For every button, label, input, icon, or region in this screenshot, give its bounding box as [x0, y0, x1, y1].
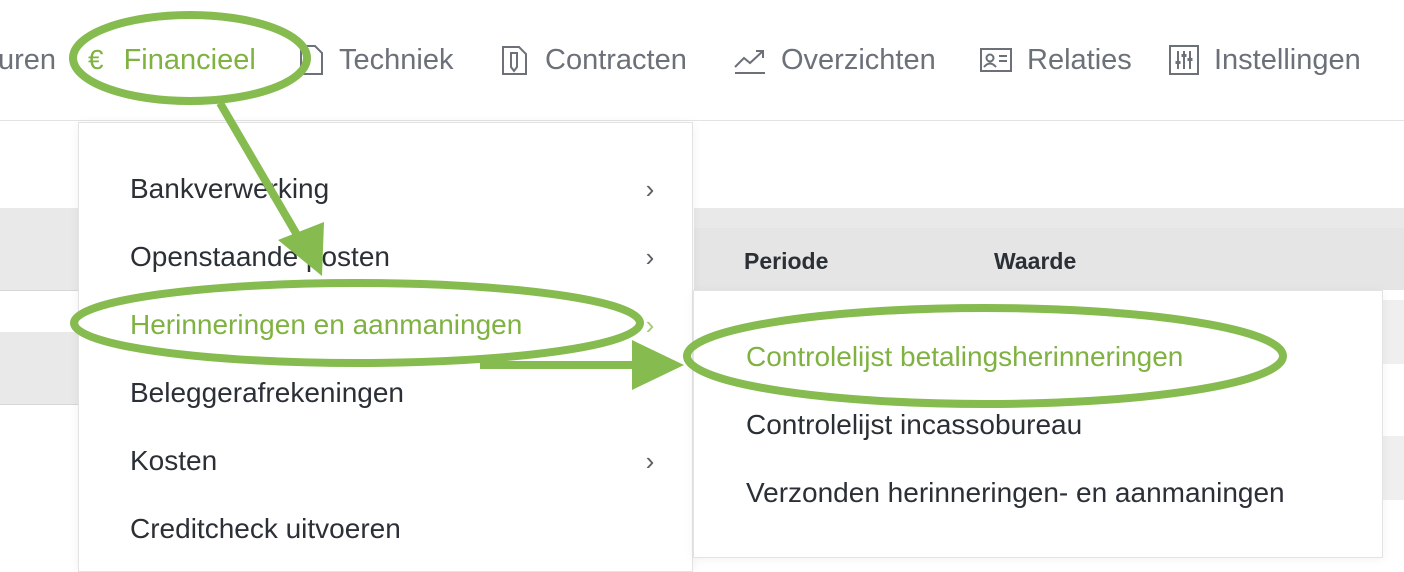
document-icon: [297, 44, 325, 76]
chevron-right-icon: ›: [645, 309, 655, 340]
menu-item-bankverwerking[interactable]: Bankverwerking ›: [130, 165, 660, 213]
menu-item-label: Bankverwerking: [130, 173, 330, 204]
submenu-item-label: Verzonden herinneringen- en aanmaningen: [746, 477, 1285, 508]
submenu-item-label: Controlelijst incassobureau: [746, 409, 1083, 440]
background-row-left: [0, 332, 78, 404]
herinneringen-submenu: Controlelijst betalingsherinneringen Con…: [693, 290, 1383, 558]
nav-item-overzichten[interactable]: Overzichten: [733, 38, 936, 82]
menu-item-beleggerafrekeningen[interactable]: Beleggerafrekeningen: [130, 369, 660, 417]
nav-item-contracten[interactable]: Contracten: [499, 38, 687, 82]
menu-item-openstaande-posten[interactable]: Openstaande posten ›: [130, 233, 660, 281]
menu-item-kosten[interactable]: Kosten ›: [130, 437, 660, 485]
menu-item-creditcheck-uitvoeren[interactable]: Creditcheck uitvoeren: [130, 505, 660, 553]
column-header-waarde[interactable]: Waarde: [994, 248, 1076, 275]
nav-label: Contracten: [545, 43, 687, 76]
background-panel-left: [0, 208, 78, 290]
nav-label: Techniek: [339, 43, 454, 76]
menu-item-label: Openstaande posten: [130, 241, 390, 272]
chevron-right-icon: ›: [645, 445, 655, 476]
column-header-periode[interactable]: Periode: [744, 248, 828, 275]
submenu-item-verzonden-herinneringen[interactable]: Verzonden herinneringen- en aanmaningen: [746, 471, 1285, 515]
background-panel-right: [694, 208, 1404, 228]
background-row-right: [1383, 300, 1404, 364]
chevron-right-icon: ›: [645, 241, 655, 272]
nav-label: Relaties: [1027, 43, 1132, 76]
nav-label: uren: [0, 43, 57, 76]
submenu-item-controlelijst-betalingsherinneringen[interactable]: Controlelijst betalingsherinneringen: [746, 335, 1183, 379]
menu-item-label: Creditcheck uitvoeren: [130, 513, 401, 544]
menu-item-label: Herinneringen en aanmaningen: [130, 309, 523, 340]
nav-item-financieel[interactable]: € Financieel: [88, 38, 256, 82]
nav-label: Financieel: [123, 43, 256, 76]
euro-icon: €: [88, 44, 104, 75]
row-divider: [0, 290, 78, 291]
menu-item-label: Kosten: [130, 445, 218, 476]
nav-item-uren[interactable]: uren: [0, 38, 56, 82]
menu-item-label: Beleggerafrekeningen: [130, 377, 404, 408]
nav-label: Overzichten: [781, 43, 936, 76]
row-divider: [0, 404, 78, 405]
contract-icon: [499, 43, 531, 77]
background-row-right: [1383, 436, 1404, 500]
sliders-icon: [1168, 44, 1200, 76]
menu-item-herinneringen-en-aanmaningen[interactable]: Herinneringen en aanmaningen ›: [130, 301, 660, 349]
id-card-icon: [979, 47, 1013, 73]
financieel-dropdown-menu: Bankverwerking › Openstaande posten › He…: [78, 122, 693, 572]
top-navigation: uren € Financieel Techniek Contracten Ov…: [0, 0, 1404, 121]
trend-icon: [733, 45, 767, 75]
nav-item-relaties[interactable]: Relaties: [979, 38, 1132, 82]
nav-label: Instellingen: [1214, 43, 1361, 76]
submenu-item-label: Controlelijst betalingsherinneringen: [746, 341, 1184, 372]
nav-item-instellingen[interactable]: Instellingen: [1168, 38, 1361, 82]
chevron-right-icon: ›: [645, 173, 655, 204]
nav-item-techniek[interactable]: Techniek: [297, 38, 453, 82]
submenu-item-controlelijst-incassobureau[interactable]: Controlelijst incassobureau: [746, 403, 1082, 447]
